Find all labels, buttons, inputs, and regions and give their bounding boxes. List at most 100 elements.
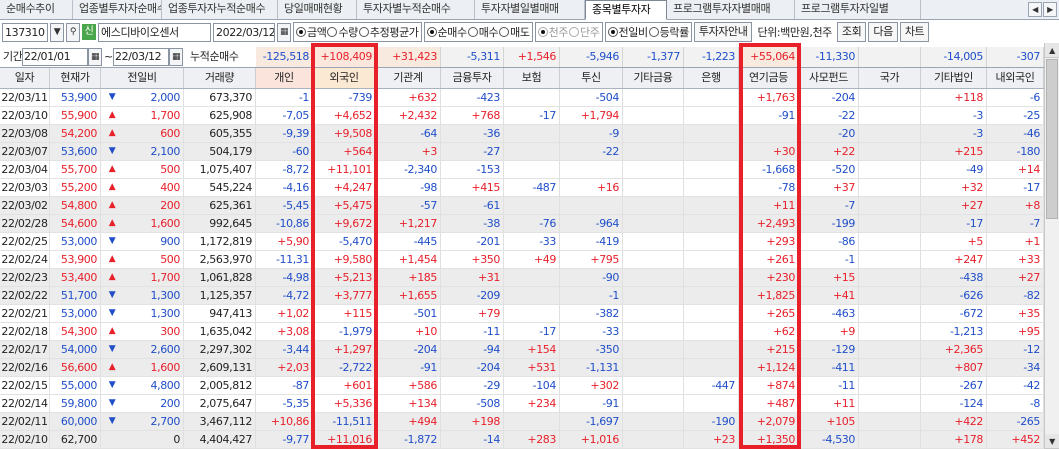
column-header[interactable]: 기관계 — [376, 68, 441, 88]
table-cell: 53,000 — [50, 305, 101, 322]
tab-scroll-arrows: ◀ ▶ — [1028, 2, 1057, 17]
table-row[interactable]: 22/03/07 53,600 2,100 504,179 -60 +564 +3 -27 -2… — [0, 143, 1047, 161]
table-row[interactable]: 22/02/22 51,700 1,300 1,125,357 -4,72 +3,777 +… — [0, 287, 1047, 305]
column-header[interactable]: 보험 — [504, 68, 560, 88]
period-from-calendar-icon[interactable]: ▦ — [88, 48, 102, 66]
radio-option[interactable]: 추정평균가 — [358, 24, 419, 40]
table-cell — [623, 359, 684, 376]
table-row[interactable]: 22/02/23 53,400 1,700 1,061,828 -4,98 +5,213 +… — [0, 269, 1047, 287]
tab-scroll-left-icon[interactable]: ◀ — [1028, 2, 1042, 17]
table-row[interactable]: 22/02/24 53,900 500 2,563,970 -11,31 +9,580 +1… — [0, 251, 1047, 269]
scroll-down-icon[interactable]: ▼ — [1045, 434, 1059, 449]
radio-option[interactable]: 전일비 — [607, 24, 648, 40]
tab-9[interactable]: 프로그램투자자일별 — [795, 0, 921, 19]
table-row[interactable]: 22/03/02 54,800 200 625,361 -5,45 +5,475 -57 -6… — [0, 197, 1047, 215]
table-row[interactable]: 22/02/18 54,300 300 1,635,042 +3,08 -1,979 +10… — [0, 323, 1047, 341]
scroll-up-icon[interactable]: ▲ — [1045, 43, 1059, 58]
table-row[interactable]: 22/03/10 55,900 1,700 625,908 -7,05 +4,652 +2,… — [0, 107, 1047, 125]
stock-code-input[interactable]: 137310 — [2, 22, 48, 42]
table-row[interactable]: 22/02/21 53,000 1,300 947,413 +1,02 +115 -501 +… — [0, 305, 1047, 323]
radio-option[interactable]: 등락률 — [648, 24, 689, 40]
period-to-calendar-icon[interactable]: ▦ — [169, 48, 183, 66]
radio-option[interactable]: 천주 — [537, 24, 568, 40]
down-arrow-icon: ▼ — [108, 92, 116, 102]
tab-3[interactable]: 업종투자자누적순매수 — [162, 0, 278, 19]
tab-7[interactable]: 종목별투자자 — [585, 0, 667, 20]
radio-option[interactable]: 매수 — [467, 24, 499, 40]
tab-2[interactable]: 업종별투자자순매수 — [73, 0, 162, 19]
tab-1[interactable]: 순매수추이 — [0, 0, 73, 19]
investor-guide-button[interactable]: 투자자안내 — [693, 22, 753, 42]
table-cell: -49 — [921, 161, 987, 178]
column-header[interactable]: 투신 — [560, 68, 623, 88]
table-cell: +3,777 — [313, 287, 376, 304]
date-input[interactable]: 2022/03/12 — [213, 22, 275, 42]
cumulative-sum-cell: -5,311 — [441, 47, 504, 67]
period-label: 기간 — [3, 50, 23, 63]
table-cell: 545,224 — [184, 179, 256, 196]
cumulative-sum-cell: +31,423 — [376, 47, 441, 67]
table-row[interactable]: 22/02/15 55,000 4,800 2,005,812 -87 +601 +586-… — [0, 377, 1047, 395]
dropdown-arrow-icon[interactable]: ▼ — [50, 22, 64, 42]
next-button[interactable]: 다음 — [868, 22, 898, 42]
column-header[interactable]: 내외국인 — [987, 68, 1044, 88]
table-cell: 22/02/22 — [0, 287, 50, 304]
column-header[interactable]: 일자 — [0, 68, 50, 88]
table-row[interactable]: 22/03/03 55,200 400 545,224 -4,16 +4,247 -98 +4… — [0, 179, 1047, 197]
column-header[interactable]: 기타금융 — [623, 68, 684, 88]
radio-option[interactable]: 매도 — [499, 24, 530, 40]
column-header[interactable]: 금융투자 — [441, 68, 504, 88]
table-cell — [623, 395, 684, 412]
table-cell: 22/03/02 — [0, 197, 50, 214]
column-header[interactable]: 거래량 — [184, 68, 256, 88]
period-to-input[interactable]: 22/03/12 — [113, 48, 169, 66]
table-row[interactable]: 22/02/17 54,000 2,600 2,297,302 -3,44 +1,297-… — [0, 341, 1047, 359]
table-cell: +134 — [376, 395, 441, 412]
tab-4[interactable]: 당일매매현황 — [278, 0, 357, 19]
radio-label: 매수 — [478, 26, 499, 39]
column-header[interactable]: 은행 — [684, 68, 739, 88]
period-from-input[interactable]: 22/01/01 — [22, 48, 88, 66]
table-row[interactable]: 22/02/11 60,000 2,700 3,467,112 +10,86 -11,51… — [0, 413, 1047, 431]
radio-option[interactable]: 금액 — [296, 24, 327, 40]
vertical-scrollbar[interactable]: ▲ ▼ — [1044, 43, 1059, 449]
table-row[interactable]: 22/02/25 53,000 900 1,172,819 +5,90 -5,470 -44… — [0, 233, 1047, 251]
column-header[interactable]: 기타법인 — [921, 68, 987, 88]
column-header[interactable]: 현재가 — [50, 68, 101, 88]
query-button[interactable]: 조회 — [836, 22, 867, 42]
tab-6[interactable]: 투자자별일별매매 — [475, 0, 585, 19]
table-cell — [684, 107, 739, 124]
tab-5[interactable]: 투자자별누적순매수 — [357, 0, 475, 19]
column-header[interactable]: 연기금등 — [739, 68, 799, 88]
table-row[interactable]: 22/03/04 55,700 500 1,075,407 -8,72 +11,101 -2… — [0, 161, 1047, 179]
column-header[interactable]: 국가 — [859, 68, 921, 88]
table-cell: +27 — [921, 197, 987, 214]
column-header[interactable]: 사모펀드 — [799, 68, 859, 88]
table-cell: 1,125,357 — [184, 287, 256, 304]
table-cell — [623, 287, 684, 304]
table-cell — [623, 377, 684, 394]
table-row[interactable]: 22/02/28 54,600 1,600 992,645 -10,86 +9,672 +1… — [0, 215, 1047, 233]
column-header[interactable]: 외국인 — [313, 68, 376, 88]
column-header[interactable]: 전일비 — [101, 68, 184, 88]
calendar-icon[interactable]: ▦ — [277, 22, 291, 42]
table-cell: 2,609,131 — [184, 359, 256, 376]
table-row[interactable]: 22/02/16 56,600 1,600 2,609,131 +2,03 -2,722-… — [0, 359, 1047, 377]
table-cell: +1,02 — [256, 305, 313, 322]
column-header[interactable]: 개인 — [256, 68, 313, 88]
table-row[interactable]: 22/03/08 54,200 600 605,355 -9,39 +9,508 -64 -3… — [0, 125, 1047, 143]
table-row[interactable]: 22/03/11 53,900 2,000 673,370 -1 -739 +632 -423… — [0, 89, 1047, 107]
scrollbar-thumb[interactable] — [1046, 59, 1058, 219]
tab-8[interactable]: 프로그램투자자별매매 — [667, 0, 795, 19]
table-row[interactable]: 22/02/14 59,800 200 2,075,647 -5,35 +5,336 +13… — [0, 395, 1047, 413]
search-icon[interactable]: ⚲ — [66, 22, 80, 42]
table-row[interactable]: 22/02/10 62,700 0 4,404,427 -9,77 +11,016 -1,8… — [0, 431, 1047, 449]
table-cell: -2,340 — [376, 161, 441, 178]
table-cell — [684, 125, 739, 142]
table-cell: +9,508 — [313, 125, 376, 142]
radio-option[interactable]: 순매수 — [426, 24, 467, 40]
radio-option[interactable]: 수량 — [327, 24, 358, 40]
radio-option[interactable]: 단주 — [569, 24, 600, 40]
tab-scroll-right-icon[interactable]: ▶ — [1043, 2, 1057, 17]
chart-button[interactable]: 차트 — [899, 22, 930, 42]
